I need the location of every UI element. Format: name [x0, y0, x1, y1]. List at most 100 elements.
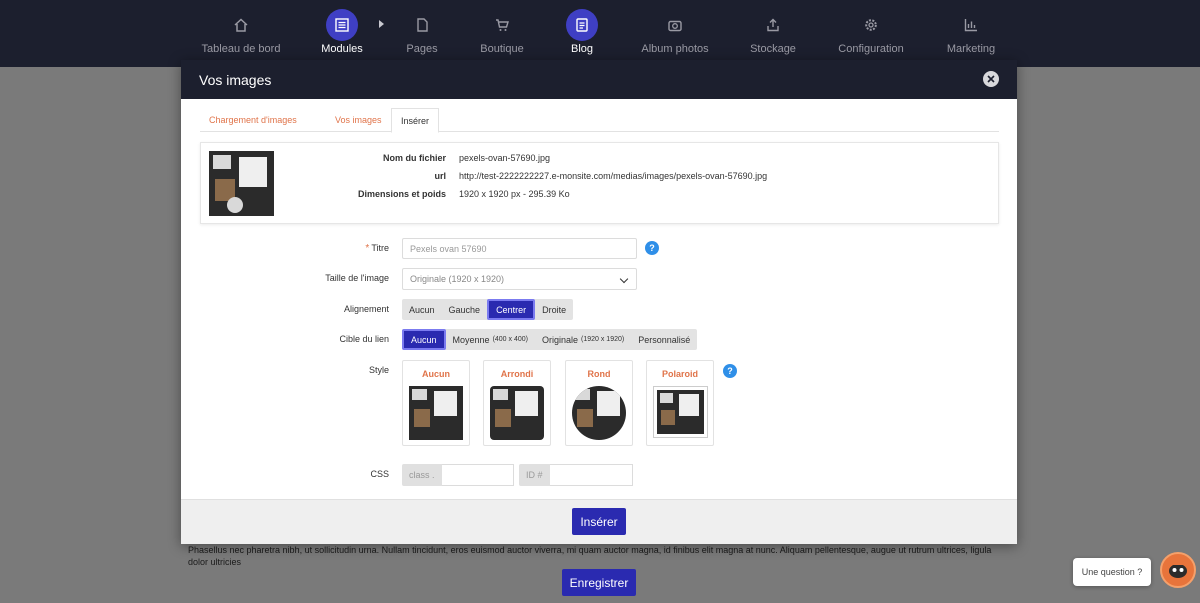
nav-item-blog[interactable]: Blog	[566, 0, 598, 67]
nav-label: Marketing	[946, 43, 996, 55]
filename-label: Nom du fichier	[382, 153, 446, 163]
link-custom-button[interactable]: Personnalisé	[631, 329, 697, 350]
align-center-button[interactable]: Centrer	[487, 299, 536, 320]
tab-insert[interactable]: Insérer	[391, 108, 440, 133]
nav-item-marketing[interactable]: Marketing	[944, 0, 998, 67]
nav-label: Configuration	[838, 43, 904, 55]
nav-label: Stockage	[750, 43, 796, 55]
link-option-label: Personnalisé	[638, 334, 691, 345]
nav-label: Album photos	[641, 43, 709, 55]
modules-icon	[326, 9, 358, 41]
filename-value: pexels-ovan-57690.jpg	[459, 153, 551, 163]
tab-upload[interactable]: Chargement d'images	[200, 108, 306, 132]
url-value: http://test-2222222227.e-monsite.com/med…	[459, 171, 768, 181]
link-target-label: Cible du lien	[339, 334, 389, 344]
caret-right-icon	[379, 20, 384, 28]
style-option-label: Polaroid	[661, 369, 698, 379]
css-class-prefix: class .	[402, 464, 442, 486]
close-icon[interactable]	[983, 71, 999, 87]
nav-item-pages[interactable]: Pages	[402, 0, 442, 67]
style-preview-image	[490, 386, 544, 440]
align-right-button[interactable]: Droite	[535, 299, 573, 320]
gear-icon	[855, 9, 887, 41]
modal-header: Vos images	[181, 60, 1017, 99]
nav-item-dashboard[interactable]: Tableau de bord	[200, 0, 282, 67]
title-label: * Titre	[365, 243, 389, 254]
style-label: Style	[368, 365, 389, 375]
css-label: CSS	[370, 469, 389, 479]
modal-footer: Insérer	[181, 499, 1017, 544]
nav-item-shop[interactable]: Boutique	[478, 0, 526, 67]
url-label: url	[434, 171, 446, 181]
nav-item-photo-album[interactable]: Album photos	[640, 0, 710, 67]
style-preview-image	[409, 386, 463, 440]
file-info-card: Nom du fichier pexels-ovan-57690.jpg url…	[200, 142, 999, 224]
nav-label: Boutique	[480, 43, 524, 55]
nav-label: Blog	[570, 43, 594, 55]
images-modal: Vos images Chargement d'images Vos image…	[181, 60, 1017, 544]
alignment-segmented-control: Aucun Gauche Centrer Droite	[402, 299, 574, 320]
style-preview-image	[657, 390, 704, 434]
nav-label: Modules	[321, 43, 363, 55]
nav-item-modules[interactable]: Modules	[317, 0, 367, 67]
style-option-label: Aucun	[422, 369, 450, 379]
link-option-label: Originale	[541, 334, 579, 345]
nav-label: Tableau de bord	[201, 43, 281, 55]
style-option-label: Arrondi	[500, 369, 534, 379]
align-left-button[interactable]: Gauche	[442, 299, 488, 320]
alignment-label: Alignement	[343, 304, 389, 314]
upload-icon	[757, 9, 789, 41]
css-id-input[interactable]	[549, 464, 633, 486]
cart-icon	[486, 9, 518, 41]
required-marker: *	[365, 243, 370, 254]
link-medium-button[interactable]: Moyenne (400 x 400)	[446, 329, 535, 350]
image-size-label: Taille de l'image	[325, 273, 389, 283]
blog-icon	[566, 9, 598, 41]
camera-icon	[659, 9, 691, 41]
nav-item-configuration[interactable]: Configuration	[836, 0, 906, 67]
dimensions-label: Dimensions et poids	[357, 189, 446, 199]
nav-item-storage[interactable]: Stockage	[748, 0, 798, 67]
link-original-button[interactable]: Originale (1920 x 1920)	[535, 329, 631, 350]
help-question-bubble[interactable]: Une question ?	[1073, 558, 1151, 586]
help-icon[interactable]: ?	[645, 241, 659, 255]
polaroid-frame	[653, 386, 708, 438]
nav-label: Pages	[406, 43, 438, 55]
image-size-select[interactable]: Originale (1920 x 1920)	[402, 268, 637, 290]
dimensions-value: 1920 x 1920 px - 295.39 Ko	[459, 189, 570, 199]
top-navigation: Tableau de bord Modules Pages Boutique B…	[0, 0, 1200, 67]
insert-button[interactable]: Insérer	[572, 508, 626, 535]
align-none-button[interactable]: Aucun	[402, 299, 442, 320]
css-class-field: class .	[402, 464, 514, 486]
title-label-text: Titre	[371, 243, 389, 253]
style-option-label: Rond	[587, 369, 611, 379]
link-option-detail: (1920 x 1920)	[581, 336, 625, 343]
page-icon	[406, 9, 438, 41]
css-class-input[interactable]	[441, 464, 514, 486]
modal-tabs: Chargement d'images Vos images Insérer	[200, 108, 999, 133]
tab-your-images[interactable]: Vos images	[326, 108, 391, 132]
link-option-label: Moyenne	[452, 334, 490, 345]
link-none-button[interactable]: Aucun	[402, 329, 446, 350]
link-target-segmented-control: Aucun Moyenne (400 x 400) Originale (1920 …	[402, 329, 698, 350]
chevron-down-icon	[619, 274, 629, 284]
save-button[interactable]: Enregistrer	[562, 569, 636, 596]
style-option-rounded[interactable]: Arrondi	[483, 360, 551, 446]
style-option-none[interactable]: Aucun	[402, 360, 470, 446]
style-preview-image	[572, 386, 626, 440]
link-option-label: Aucun	[411, 334, 437, 345]
image-size-value: Originale (1920 x 1920)	[410, 274, 505, 284]
title-input[interactable]: Pexels ovan 57690	[402, 238, 637, 259]
css-id-field: ID #	[519, 464, 633, 486]
style-option-polaroid[interactable]: Polaroid	[646, 360, 714, 446]
modal-title: Vos images	[199, 71, 272, 88]
css-id-prefix: ID #	[519, 464, 550, 486]
image-thumbnail	[209, 151, 274, 216]
home-icon	[225, 9, 257, 41]
style-option-round[interactable]: Rond	[565, 360, 633, 446]
chat-avatar-icon[interactable]	[1160, 552, 1196, 588]
background-paragraph: Phasellus nec pharetra nibh, ut sollicit…	[188, 545, 992, 567]
link-option-detail: (400 x 400)	[492, 336, 528, 343]
help-icon[interactable]: ?	[723, 364, 737, 378]
bar-chart-icon	[955, 9, 987, 41]
